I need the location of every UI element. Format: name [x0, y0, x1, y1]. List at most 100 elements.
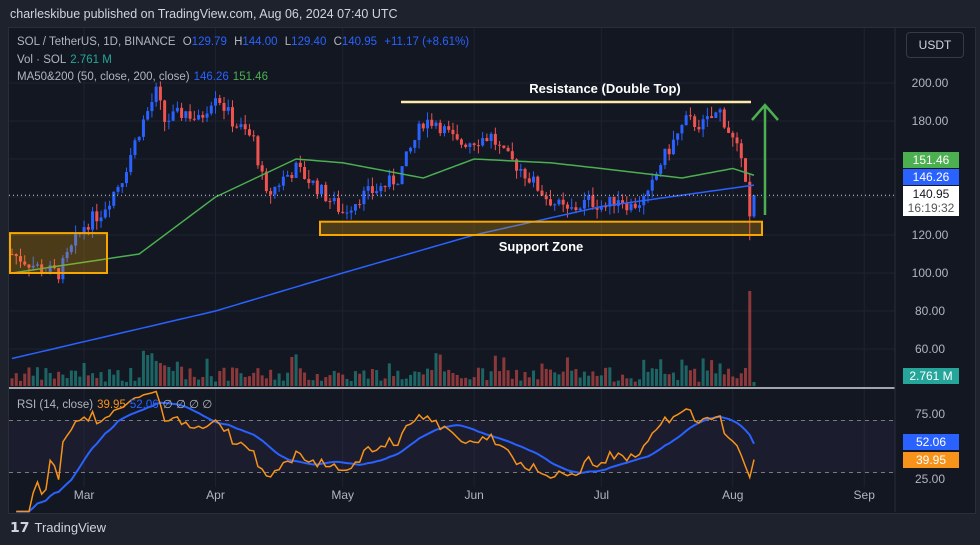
symbol-legend: SOL / TetherUS, 1D, BINANCE O129.79 H144… [17, 36, 473, 48]
volume-bar [587, 375, 591, 386]
volume-bar [150, 353, 154, 386]
volume-bar [565, 357, 569, 386]
volume-bar [362, 370, 366, 386]
volume-bar [209, 376, 213, 386]
candle-body [451, 129, 455, 135]
currency-button[interactable]: USDT [906, 32, 964, 58]
tradingview-logo[interactable]: 𝟭𝟳 TradingView [10, 519, 106, 536]
candle-body [353, 204, 357, 211]
candle-body [676, 133, 680, 140]
volume-bar [247, 376, 251, 386]
volume-bar [489, 371, 493, 386]
volume-bar [99, 372, 103, 386]
candle-body [205, 113, 209, 118]
y-tick-label: 180.00 [912, 114, 949, 128]
volume-bar [366, 378, 370, 386]
candle-body [273, 186, 277, 195]
high-value: 144.00 [242, 36, 278, 48]
candle-body [269, 191, 273, 195]
candle-body [633, 203, 637, 208]
volume-bar [124, 381, 128, 386]
candle-body [188, 111, 192, 119]
candle-body [498, 144, 502, 146]
volume-bar [65, 378, 69, 386]
candle-body [146, 111, 150, 120]
volume-bar [481, 368, 485, 386]
candle-body [86, 227, 90, 230]
candle-body [99, 217, 103, 222]
volume-bar [269, 369, 273, 386]
volume-bar [663, 373, 667, 386]
volume-bar [201, 377, 205, 386]
candle-body [565, 204, 569, 209]
candle-body [311, 180, 315, 183]
candle-body [116, 187, 120, 192]
candle-body [447, 126, 451, 130]
volume-bar [315, 374, 319, 386]
volume-bar [570, 370, 574, 386]
volume-bar [298, 368, 302, 386]
volume-bar [320, 380, 324, 386]
volume-bar [112, 374, 116, 386]
candle-body [438, 122, 442, 134]
candle-body [680, 125, 684, 134]
volume-bar [591, 371, 595, 386]
resistance-label: Resistance (Double Top) [529, 81, 680, 96]
volume-bar [158, 362, 162, 386]
candle-body [294, 162, 298, 178]
volume-bar [409, 374, 413, 386]
volume-bar [633, 381, 637, 386]
candle-body [409, 147, 413, 152]
volume-bar [103, 381, 107, 386]
candle-body [510, 151, 514, 160]
volume-bar [307, 379, 311, 386]
volume-bar [328, 375, 332, 386]
volume-bar [273, 379, 277, 386]
candle-body [731, 132, 735, 138]
volume-bar [519, 380, 523, 386]
candle-body [167, 120, 171, 122]
close-value: 140.95 [341, 36, 378, 48]
volume-bar [345, 378, 349, 386]
ma200-line [11, 184, 755, 360]
volume-bar [222, 367, 226, 386]
candle-body [184, 111, 188, 118]
volume-bar [498, 371, 502, 386]
volume-bar [705, 370, 709, 386]
y-tick-label: 80.00 [915, 304, 945, 318]
ma200-price-tag: 146.26 [903, 169, 959, 185]
volume-bar [434, 353, 438, 386]
volume-bar [527, 377, 531, 386]
y-tick-label: 120.00 [912, 228, 949, 242]
volume-bar [667, 374, 671, 386]
candle-body [277, 185, 281, 187]
candle-body [625, 203, 629, 211]
volume-bar [532, 370, 536, 386]
symbol-title: SOL / TetherUS, 1D, BINANCE [17, 36, 176, 48]
candle-body [95, 211, 99, 222]
volume-bar [744, 367, 748, 386]
volume-bar [78, 376, 82, 386]
volume-bar [44, 368, 48, 386]
volume-bar [184, 379, 188, 386]
volume-bar [629, 378, 633, 386]
volume-bar [426, 368, 430, 386]
volume-bar [642, 359, 646, 386]
open-value: 129.79 [191, 36, 227, 48]
volume-bar [61, 374, 65, 386]
volume-bar [553, 372, 557, 386]
candle-body [574, 207, 578, 211]
volume-bar [167, 366, 171, 386]
volume-bar [18, 380, 22, 386]
candle-body [235, 126, 239, 128]
candle-body [345, 212, 349, 214]
rsi-tick-label: 25.00 [915, 472, 945, 486]
volume-bar [349, 380, 353, 386]
candle-body [659, 165, 663, 174]
candle-body [553, 204, 557, 206]
volume-bar [163, 365, 167, 386]
volume-bar [442, 371, 446, 386]
volume-bar [353, 371, 357, 386]
volume-bar [731, 376, 735, 386]
candle-body [752, 195, 756, 217]
